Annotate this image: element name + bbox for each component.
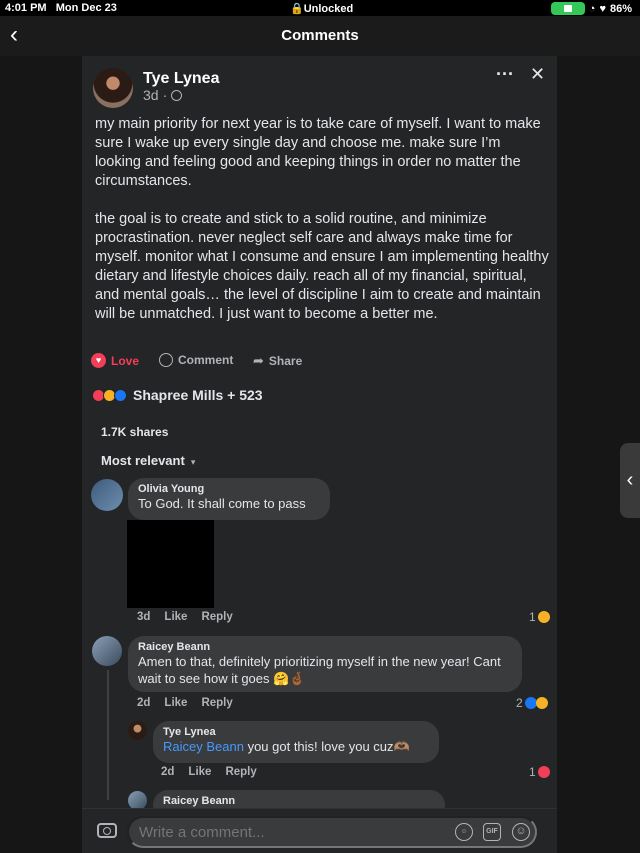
comment-time: 3d	[137, 611, 151, 623]
page-title: Comments	[281, 27, 359, 44]
chevron-down-icon: ▾	[190, 457, 196, 467]
comment-author[interactable]: Raicey Beann	[138, 641, 512, 653]
battery-icon	[550, 2, 585, 15]
post-actions: ♥ Love Comment ➦ Share	[91, 353, 551, 373]
avatar[interactable]	[91, 479, 123, 511]
sort-label: Most relevant	[101, 453, 185, 468]
love-reaction-icon	[537, 766, 550, 778]
share-icon: ➦	[253, 353, 264, 368]
love-button[interactable]: ♥ Love	[91, 353, 139, 368]
wifi-icon: ◔	[588, 2, 596, 15]
reactions-summary[interactable]: Shapree Mills + 523	[92, 387, 263, 403]
comment-reactions[interactable]: 2	[516, 696, 548, 710]
comment-author[interactable]: Olivia Young	[138, 483, 320, 495]
shares-count[interactable]: 1.7K shares	[101, 425, 168, 439]
lock-label: Unlocked	[303, 3, 354, 15]
comments-header: ‹ Comments	[0, 16, 640, 56]
status-time-date: 4:01 PM Mon Dec 23	[5, 2, 117, 14]
status-date: Mon Dec 23	[55, 2, 117, 14]
backdrop-left	[0, 56, 82, 853]
like-reaction-icon	[114, 388, 127, 402]
reaction-count: 1	[529, 610, 536, 624]
comment-meta: 2d Like Reply	[161, 766, 257, 778]
reaction-count: 2	[516, 696, 523, 710]
comment-text: Raicey Beann you got this! love you cuz🫶…	[163, 738, 429, 755]
heart-status-icon: ♥	[599, 2, 606, 15]
comment-bubble: Raicey Beann Amen to that, definitely pr…	[128, 636, 522, 692]
like-button[interactable]: Like	[164, 611, 187, 623]
love-label: Love	[111, 353, 140, 368]
author-avatar[interactable]	[93, 68, 133, 108]
post-body: my main priority for next year is to tak…	[95, 115, 550, 343]
comment-meta: 3d Like Reply	[137, 611, 233, 623]
like-button[interactable]: Like	[164, 697, 187, 709]
avatar[interactable]	[92, 636, 122, 666]
reply-button[interactable]: Reply	[201, 697, 232, 709]
mention-link[interactable]: Raicey Beann	[163, 739, 244, 754]
comment-reactions[interactable]: 1	[529, 765, 550, 779]
comment-button[interactable]: Comment	[159, 353, 233, 367]
camera-icon[interactable]	[97, 823, 117, 838]
care-reaction-icon	[537, 611, 550, 623]
battery-percent: 86%	[609, 2, 632, 15]
post-meta: 3d ·	[143, 87, 183, 103]
comment-text: Amen to that, definitely prioritizing my…	[138, 654, 501, 686]
globe-icon	[171, 89, 183, 101]
lock-icon: 🔒	[290, 3, 304, 15]
more-options-icon[interactable]: ···	[496, 64, 514, 85]
close-icon[interactable]: ✕	[530, 64, 545, 85]
comment-label: Comment	[178, 353, 234, 367]
care-reaction-icon	[535, 697, 548, 709]
like-button[interactable]: Like	[188, 766, 211, 778]
author-name[interactable]: Tye Lynea	[143, 70, 219, 88]
gif-icon[interactable]: GIF	[483, 823, 501, 841]
status-bar: 4:01 PM Mon Dec 23 🔒Unlocked ◔ ♥ 86%	[0, 0, 640, 16]
sticker-icon[interactable]: ☺	[455, 823, 473, 841]
lock-status: 🔒Unlocked	[290, 2, 353, 15]
comment-bubble: Tye Lynea Raicey Beann you got this! lov…	[153, 721, 439, 763]
comment-time: 2d	[161, 766, 175, 778]
reply-text: you got this! love you cuz🫶🏽	[243, 739, 410, 754]
sort-dropdown[interactable]: Most relevant ▾	[101, 453, 195, 468]
post-paragraph: my main priority for next year is to tak…	[95, 116, 541, 189]
reactions-text: Shapree Mills + 523	[133, 387, 263, 403]
avatar[interactable]	[128, 721, 147, 740]
comment-author[interactable]: Tye Lynea	[163, 726, 429, 738]
comment-meta: 2d Like Reply	[137, 697, 233, 709]
reply-button[interactable]: Reply	[201, 611, 232, 623]
comment-icon	[159, 353, 173, 367]
comment-time: 2d	[137, 697, 151, 709]
post-paragraph: the goal is to create and stick to a sol…	[95, 211, 549, 322]
heart-icon: ♥	[91, 353, 106, 368]
comment-image[interactable]	[127, 520, 214, 608]
comment-text: To God. It shall come to pass	[138, 496, 306, 511]
post-time: 3d	[143, 87, 159, 103]
comment-input[interactable]	[127, 816, 537, 848]
comment-author[interactable]: Raicey Beann	[163, 795, 435, 807]
share-label: Share	[268, 354, 303, 368]
thread-line	[107, 670, 109, 800]
comment-bubble: Olivia Young To God. It shall come to pa…	[128, 478, 330, 520]
like-reaction-icon	[524, 697, 537, 709]
reply-button[interactable]: Reply	[225, 766, 256, 778]
status-right: ◔ ♥ 86%	[550, 2, 632, 15]
share-button[interactable]: ➦ Share	[253, 353, 302, 369]
comment-reactions[interactable]: 1	[529, 610, 550, 624]
emoji-icon[interactable]: ☺	[512, 823, 530, 841]
status-time: 4:01 PM	[5, 2, 47, 14]
reaction-count: 1	[529, 765, 536, 779]
side-panel-handle[interactable]: ‹	[620, 443, 640, 518]
